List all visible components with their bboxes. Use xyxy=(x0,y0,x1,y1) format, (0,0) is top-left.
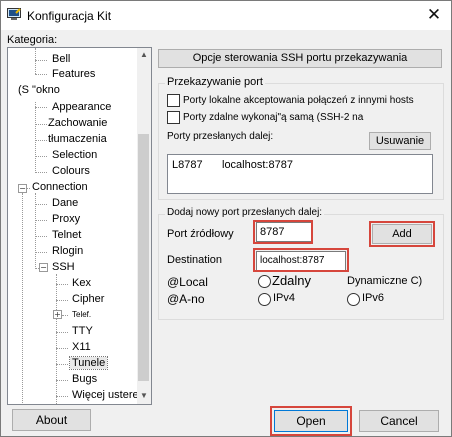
ipv6-radio[interactable] xyxy=(347,293,360,306)
port-forwarding-group-label: Przekazywanie port xyxy=(165,76,265,88)
tree-connector xyxy=(35,60,47,61)
scroll-thumb[interactable] xyxy=(138,134,149,381)
remote-ports-checkbox[interactable] xyxy=(167,111,180,124)
tree-connector xyxy=(56,332,68,333)
open-button-highlight xyxy=(270,406,352,436)
window-title: Konfiguracja Kit xyxy=(27,9,112,23)
tree-connector xyxy=(35,204,47,205)
tree-item-kex[interactable]: Kex xyxy=(72,277,91,289)
collapse-ssh-icon[interactable]: − xyxy=(39,263,48,272)
tree-connector xyxy=(62,315,68,316)
tree-connector xyxy=(35,172,47,173)
tree-item-tunnels[interactable]: Tunele xyxy=(68,356,109,370)
tree-item-proxy[interactable]: Proxy xyxy=(52,213,80,225)
remove-button[interactable]: Usuwanie xyxy=(369,132,431,150)
tree-connector xyxy=(56,300,68,301)
scroll-down-icon[interactable]: ▼ xyxy=(140,391,148,400)
destination-label: Destination xyxy=(167,254,223,266)
about-button[interactable]: About xyxy=(12,409,91,431)
tree-item-window[interactable]: (S "okno xyxy=(18,84,60,96)
local-radio-label[interactable]: @Local xyxy=(167,275,208,289)
ipv4-radio[interactable] xyxy=(258,293,271,306)
tree-connector xyxy=(56,396,68,397)
tree-connector xyxy=(56,348,68,349)
tree-item-bugs[interactable]: Bugs xyxy=(72,373,97,385)
forwarded-port-destination[interactable]: localhost:8787 xyxy=(222,159,293,171)
tree-item-data[interactable]: Dane xyxy=(52,197,78,209)
ipv4-radio-label[interactable]: IPv4 xyxy=(273,292,295,304)
ipv6-radio-label[interactable]: IPv6 xyxy=(362,292,384,304)
tree-item-appearance[interactable]: Appearance xyxy=(52,101,111,113)
tree-item-ssh[interactable]: SSH xyxy=(52,261,75,273)
cancel-button[interactable]: Cancel xyxy=(359,410,439,432)
tree-item-rlogin[interactable]: Rlogin xyxy=(52,245,83,257)
tree-connector xyxy=(35,220,47,221)
auto-radio-label[interactable]: @A-no xyxy=(167,292,205,306)
forwarded-port-id[interactable]: L8787 xyxy=(172,159,203,171)
add-port-group-label: Dodaj nowy port przesłanych dalej: xyxy=(165,207,325,218)
tree-item-tty[interactable]: TTY xyxy=(72,325,93,337)
tree-connector xyxy=(56,380,68,381)
tree-connector xyxy=(35,140,47,141)
local-ports-checkbox-label[interactable]: Porty lokalne akceptowania połączeń z in… xyxy=(183,95,414,106)
tree-connector xyxy=(22,193,23,403)
tree-connector xyxy=(35,74,47,75)
local-ports-checkbox[interactable] xyxy=(167,94,180,107)
tree-item-telnet[interactable]: Telnet xyxy=(52,229,81,241)
tree-connector xyxy=(35,156,47,157)
forwarded-ports-list[interactable]: L8787 localhost:8787 xyxy=(167,154,433,194)
tree-item-behaviour[interactable]: Zachowanie xyxy=(48,117,107,129)
forwarded-ports-label: Porty przesłanych dalej: xyxy=(167,131,274,142)
tree-connector xyxy=(35,236,47,237)
category-heading: Kategoria: xyxy=(7,34,58,46)
tree-scrollbar[interactable]: ▲ ▼ xyxy=(137,48,151,404)
add-button-highlight xyxy=(369,221,435,247)
remote-ports-checkbox-label[interactable]: Porty zdalne wykonaj"ą samą (SSH-2 na xyxy=(183,112,363,123)
expand-auth-icon[interactable]: + xyxy=(53,310,62,319)
tree-item-bell[interactable]: Bell xyxy=(52,53,70,65)
tree-item-x11[interactable]: X11 xyxy=(72,341,91,353)
tree-connector xyxy=(56,364,68,365)
tree-item-auth[interactable]: Telef. xyxy=(72,310,91,319)
close-icon[interactable]: ✕ xyxy=(421,3,447,27)
putty-app-icon xyxy=(7,8,21,20)
tree-connector xyxy=(35,107,47,108)
tree-item-cipher[interactable]: Cipher xyxy=(72,293,104,305)
dynamic-radio-label[interactable]: Dynamiczne C) xyxy=(347,275,422,287)
tree-item-features[interactable]: Features xyxy=(52,68,95,80)
tree-item-more-bugs[interactable]: Więcej usterek xyxy=(72,389,144,401)
tree-item-colours[interactable]: Colours xyxy=(52,165,90,177)
tree-item-connection[interactable]: Connection xyxy=(32,181,88,193)
section-header-button: Opcje sterowania SSH portu przekazywania xyxy=(158,49,442,68)
tree-connector xyxy=(35,124,47,125)
title-bar: Konfiguracja Kit ✕ xyxy=(1,1,451,30)
tree-item-translation[interactable]: tłumaczenia xyxy=(48,133,107,145)
source-port-highlight xyxy=(253,220,313,244)
category-tree[interactable]: Bell Features (S "okno Appearance Zachow… xyxy=(7,47,152,405)
tree-connector xyxy=(35,48,36,74)
destination-highlight xyxy=(253,248,349,272)
collapse-connection-icon[interactable]: − xyxy=(18,184,27,193)
remote-radio[interactable] xyxy=(258,275,271,288)
tree-connector xyxy=(56,284,68,285)
scroll-up-icon[interactable]: ▲ xyxy=(140,50,148,59)
tree-connector xyxy=(35,252,47,253)
tree-connector xyxy=(56,274,57,404)
tree-connector xyxy=(35,102,36,173)
tree-item-selection[interactable]: Selection xyxy=(52,149,97,161)
remote-radio-label[interactable]: Zdalny xyxy=(272,273,311,288)
configuration-window: Konfiguracja Kit ✕ Kategoria: Bell Featu… xyxy=(0,0,452,437)
source-port-label: Port źródłowy xyxy=(167,228,234,240)
